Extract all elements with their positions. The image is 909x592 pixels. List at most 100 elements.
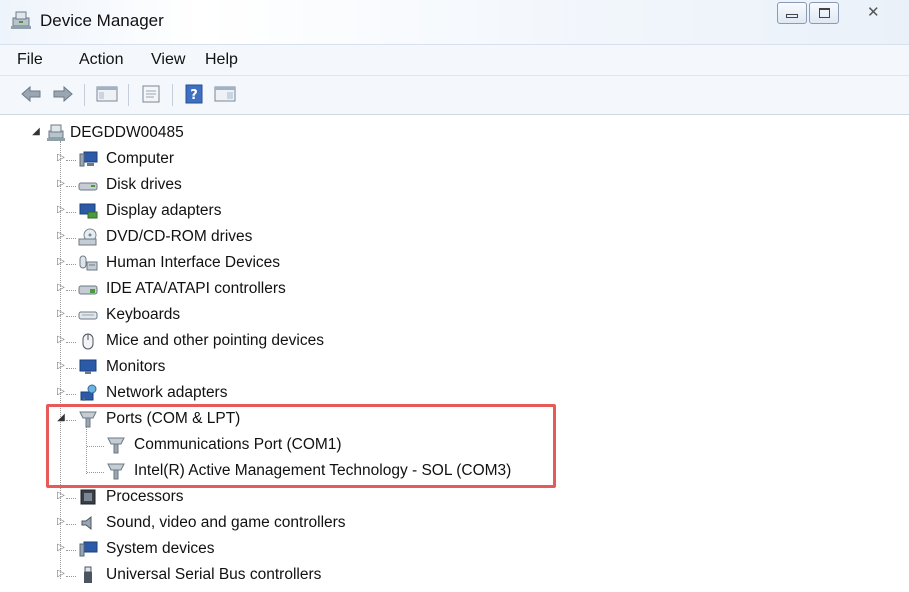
svg-text:?: ? <box>190 88 198 103</box>
close-icon: ✕ <box>867 4 880 21</box>
toolbar-separator <box>128 84 129 106</box>
tree-item-hid[interactable]: ▷ Human Interface Devices <box>0 252 909 276</box>
expand-arrow-icon[interactable]: ▷ <box>55 282 67 293</box>
highlight-box <box>46 404 556 488</box>
tree-connector <box>66 394 76 395</box>
menu-view[interactable]: View <box>151 51 185 69</box>
ide-controller-icon <box>78 285 98 295</box>
system-devices-icon <box>79 541 98 557</box>
computer-icon <box>79 151 98 167</box>
tree-item-usb[interactable]: ▷ Universal Serial Bus controllers <box>0 564 909 588</box>
maximize-button[interactable] <box>809 2 839 24</box>
monitor-icon <box>79 359 97 374</box>
title-bar: Device Manager ✕ <box>0 0 909 45</box>
tree-item-ide-controllers[interactable]: ▷ IDE ATA/ATAPI controllers <box>0 278 909 302</box>
minimize-icon <box>786 14 798 18</box>
tree-item-label: IDE ATA/ATAPI controllers <box>106 280 286 297</box>
expand-arrow-icon[interactable]: ▷ <box>55 230 67 241</box>
tree-connector <box>66 316 76 317</box>
back-arrow-icon[interactable] <box>20 84 42 104</box>
maximize-icon <box>819 8 830 18</box>
expand-arrow-icon[interactable]: ▷ <box>55 542 67 553</box>
tree-connector <box>66 368 76 369</box>
mouse-icon <box>82 333 94 350</box>
tree-item-computer[interactable]: ▷ Computer <box>0 148 909 172</box>
tree-item-mice[interactable]: ▷ Mice and other pointing devices <box>0 330 909 354</box>
expand-arrow-icon[interactable]: ▷ <box>55 256 67 267</box>
forward-arrow-icon[interactable] <box>52 84 74 104</box>
toolbar-separator <box>172 84 173 106</box>
tree-item-label: Disk drives <box>106 176 182 193</box>
expand-arrow-icon[interactable]: ▷ <box>55 516 67 527</box>
tree-connector <box>66 290 76 291</box>
menu-action[interactable]: Action <box>79 51 123 69</box>
dvd-drive-icon <box>78 228 97 246</box>
tree-connector <box>66 264 76 265</box>
hid-icon <box>79 255 98 271</box>
expand-arrow-icon[interactable]: ▷ <box>55 360 67 371</box>
tree-connector <box>66 524 76 525</box>
expand-arrow-icon[interactable]: ▷ <box>55 152 67 163</box>
tree-connector <box>66 160 76 161</box>
tree-item-disk-drives[interactable]: ▷ Disk drives <box>0 174 909 198</box>
tree-item-display-adapters[interactable]: ▷ Display adapters <box>0 200 909 224</box>
tree-item-label: Network adapters <box>106 384 228 401</box>
minimize-button[interactable] <box>777 2 807 24</box>
tree-connector <box>66 212 76 213</box>
tree-item-label: Keyboards <box>106 306 181 323</box>
expand-arrow-icon[interactable]: ▷ <box>55 308 67 319</box>
expand-arrow-icon[interactable]: ▷ <box>55 334 67 345</box>
device-manager-icon <box>11 11 31 29</box>
tree-connector <box>66 342 76 343</box>
usb-icon <box>84 566 92 583</box>
tree-item-monitors[interactable]: ▷ Monitors <box>0 356 909 380</box>
close-button[interactable]: ✕ <box>851 2 905 24</box>
window-controls: ✕ <box>777 2 909 26</box>
tree-item-label: Processors <box>106 488 184 505</box>
tree-item-dvd-drives[interactable]: ▷ DVD/CD-ROM drives <box>0 226 909 250</box>
show-hide-console-tree-icon[interactable] <box>96 84 118 104</box>
tree-item-sound[interactable]: ▷ Sound, video and game controllers <box>0 512 909 536</box>
tree-root-label: DEGDDW00485 <box>70 124 184 141</box>
expand-arrow-icon[interactable]: ▷ <box>55 386 67 397</box>
menu-help[interactable]: Help <box>205 51 238 69</box>
tree-item-label: Human Interface Devices <box>106 254 281 271</box>
tree-item-label: System devices <box>106 540 215 557</box>
tree-connector <box>66 238 76 239</box>
tree-item-network-adapters[interactable]: ▷ Network adapters <box>0 382 909 406</box>
tree-item-processors[interactable]: ▷ Processors <box>0 486 909 510</box>
collapse-arrow-icon[interactable]: ◢ <box>30 126 42 137</box>
tree-connector <box>66 550 76 551</box>
tree-item-label: Display adapters <box>106 202 222 219</box>
window-title: Device Manager <box>40 11 164 30</box>
expand-arrow-icon[interactable]: ▷ <box>55 204 67 215</box>
tree-connector <box>66 186 76 187</box>
keyboard-icon <box>78 311 98 320</box>
expand-arrow-icon[interactable]: ▷ <box>55 178 67 189</box>
tree-root[interactable]: ◢ DEGDDW00485 <box>0 122 909 146</box>
speaker-icon <box>81 515 92 531</box>
expand-arrow-icon[interactable]: ▷ <box>55 490 67 501</box>
computer-network-icon <box>47 124 65 141</box>
expand-arrow-icon[interactable]: ▷ <box>55 568 67 579</box>
tree-item-label: Mice and other pointing devices <box>106 332 324 349</box>
help-icon[interactable]: ? <box>184 84 206 104</box>
tree-connector <box>66 576 76 577</box>
toolbar: ? <box>0 76 909 115</box>
show-action-pane-icon[interactable] <box>214 84 236 104</box>
device-tree: ◢ DEGDDW00485 ▷ Computer ▷ Disk drives ▷ <box>0 115 909 592</box>
tree-item-system-devices[interactable]: ▷ System devices <box>0 538 909 562</box>
tree-item-keyboards[interactable]: ▷ Keyboards <box>0 304 909 328</box>
properties-icon[interactable] <box>140 84 162 104</box>
tree-item-label: DVD/CD-ROM drives <box>106 228 253 245</box>
tree-connector <box>66 498 76 499</box>
menu-file[interactable]: File <box>17 51 43 69</box>
tree-item-label: Computer <box>106 150 175 167</box>
tree-item-label: Sound, video and game controllers <box>106 514 346 531</box>
tree-item-label: Universal Serial Bus controllers <box>106 566 322 583</box>
display-adapter-icon <box>79 203 98 219</box>
processor-icon <box>80 489 96 505</box>
disk-drive-icon <box>78 182 98 191</box>
network-adapter-icon <box>80 384 97 401</box>
toolbar-separator <box>84 84 85 106</box>
